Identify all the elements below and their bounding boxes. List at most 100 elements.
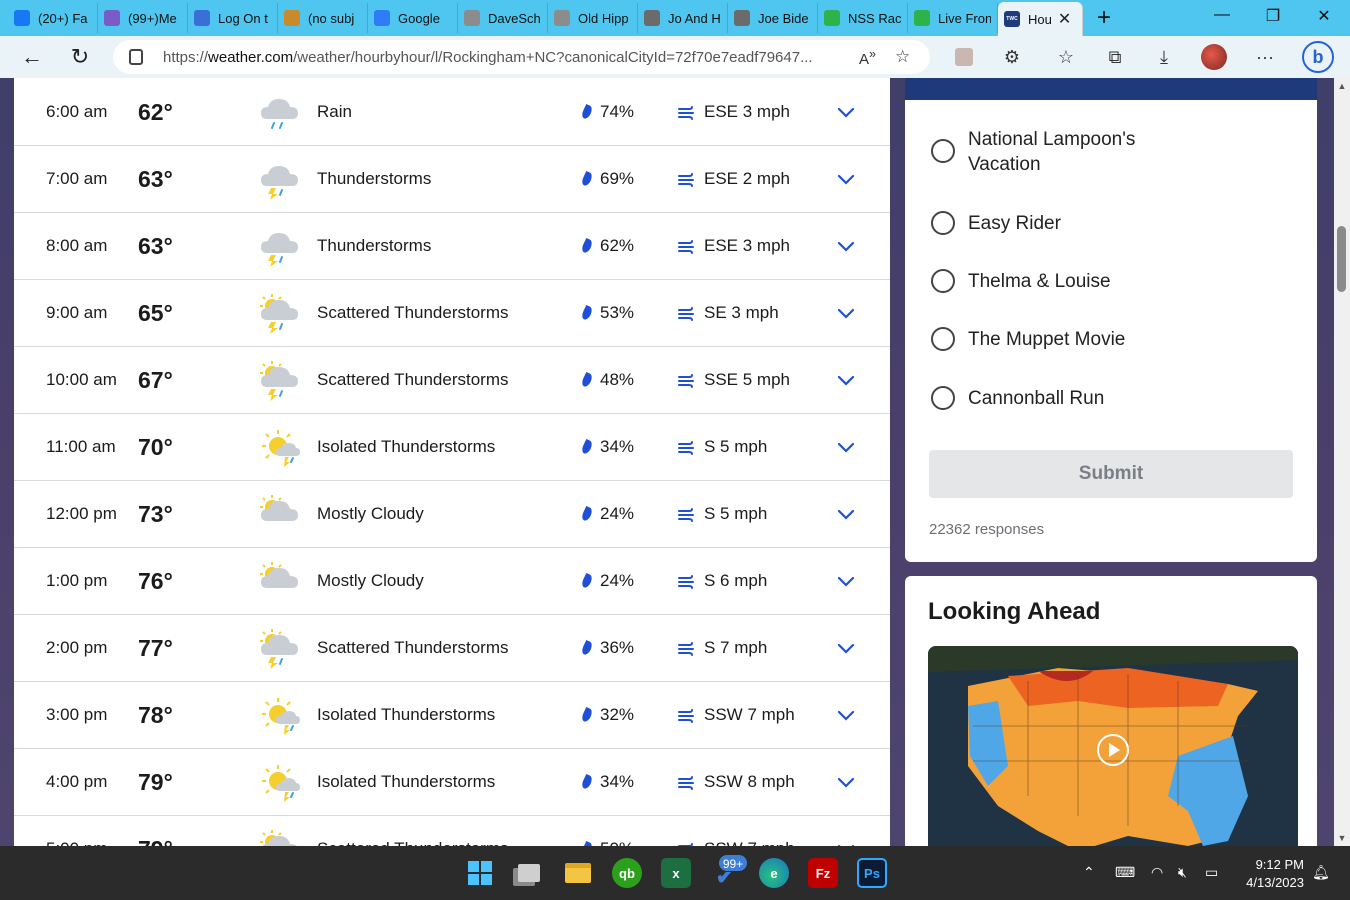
hourly-row[interactable]: 10:00 am 67° Scattered Thunderstorms 48% SSE… [14, 347, 890, 414]
raindrop-icon [580, 773, 594, 791]
system-clock[interactable]: 9:12 PM 4/13/2023 [1236, 856, 1304, 892]
tab-label: DaveSch [488, 10, 541, 26]
poll-option[interactable]: Easy Rider [931, 211, 1188, 236]
refresh-icon[interactable]: ↻ [62, 41, 98, 73]
radio-button[interactable] [931, 139, 955, 163]
excel-icon[interactable]: x [661, 858, 691, 888]
tab-1[interactable]: (99+)Me [98, 3, 188, 33]
hourly-row[interactable]: 12:00 pm 73° Mostly Cloudy 24% S 5 mph [14, 481, 890, 548]
mute-icon[interactable]: 🔇︎ [1178, 864, 1187, 881]
collections-icon[interactable]: ⧉ [1102, 44, 1128, 70]
close-icon[interactable]: ✕ [1058, 9, 1071, 29]
poll-option[interactable]: The Muppet Movie [931, 327, 1188, 352]
chevron-down-icon[interactable] [836, 772, 856, 792]
tab-8[interactable]: Joe Bide [728, 3, 818, 33]
hour-temperature: 65° [138, 299, 173, 326]
tab-9[interactable]: NSS Rac [818, 3, 908, 33]
battery-icon[interactable]: ▭ [1205, 864, 1218, 881]
chevron-down-icon[interactable] [836, 169, 856, 189]
restore-icon[interactable]: ❐ [1258, 6, 1288, 26]
tab-0[interactable]: (20+) Fa [8, 3, 98, 33]
notifications-icon[interactable]: 🔔︎ [1312, 864, 1330, 881]
tab-2[interactable]: Log On t [188, 3, 278, 33]
hour-wind: SSE 5 mph [678, 370, 790, 390]
hourly-forecast-list: 6:00 am 62° Rain 74% ESE 3 mph 7:00 am 63° Thun… [14, 78, 890, 846]
hourly-row[interactable]: 8:00 am 63° Thunderstorms 62% ESE 3 mph [14, 213, 890, 280]
windows-start-icon[interactable] [465, 858, 495, 888]
hourly-row[interactable]: 4:00 pm 79° Isolated Thunderstorms 34% SSW 8… [14, 749, 890, 816]
scroll-down-icon[interactable]: ▼ [1337, 834, 1347, 843]
download-icon[interactable]: ⤓ [1151, 44, 1177, 70]
tab-5[interactable]: DaveSch [458, 3, 548, 33]
more-options-icon[interactable]: ··· [1252, 44, 1278, 70]
avatar[interactable] [1201, 44, 1227, 70]
poll-option-label: Cannonball Run [968, 388, 1105, 409]
chevron-down-icon[interactable] [836, 571, 856, 591]
radio-button[interactable] [931, 327, 955, 351]
file-explorer-icon[interactable] [563, 858, 593, 888]
favorite-add-icon[interactable]: ☆ [895, 47, 910, 67]
page-scrollbar[interactable]: ▲ ▼ [1334, 78, 1350, 846]
read-aloud-icon[interactable]: A» [859, 47, 876, 68]
hourly-row[interactable]: 11:00 am 70° Isolated Thunderstorms 34% S 5 … [14, 414, 890, 481]
hour-time: 2:00 pm [46, 638, 108, 657]
quickbooks-icon[interactable]: qb [612, 858, 642, 888]
rain-weather-icon [258, 91, 302, 133]
wind-value: S 7 mph [704, 638, 768, 657]
chevron-down-icon[interactable] [836, 839, 856, 846]
hour-condition: Mostly Cloudy [317, 571, 424, 590]
scroll-up-icon[interactable]: ▲ [1337, 82, 1347, 91]
chevron-down-icon[interactable] [836, 370, 856, 390]
radio-button[interactable] [931, 211, 955, 235]
back-icon[interactable]: ← [14, 41, 50, 73]
radio-button[interactable] [931, 269, 955, 293]
hourly-row[interactable]: 5:00 pm 79° Scattered Thunderstorms 50% SSW … [14, 816, 890, 846]
tab-active[interactable]: TWC Hou ✕ [998, 2, 1083, 36]
hourly-row[interactable]: 7:00 am 63° Thunderstorms 69% ESE 2 mph [14, 146, 890, 213]
tab-10[interactable]: Live Fron [908, 3, 998, 33]
tab-6[interactable]: Old Hipp [548, 3, 638, 33]
window-close-icon[interactable]: ✕ [1309, 6, 1339, 26]
photoshop-icon[interactable]: Ps [857, 858, 887, 888]
minimize-icon[interactable]: — [1207, 6, 1237, 24]
poll-option[interactable]: National Lampoon's Vacation [931, 127, 1188, 177]
hourly-row[interactable]: 6:00 am 62° Rain 74% ESE 3 mph [14, 79, 890, 146]
wind-icon [678, 105, 695, 120]
hour-time: 12:00 pm [46, 504, 117, 523]
tab-7[interactable]: Jo And H [638, 3, 728, 33]
hourly-row[interactable]: 9:00 am 65° Scattered Thunderstorms 53% SE 3… [14, 280, 890, 347]
edge-icon[interactable]: e [759, 858, 789, 888]
filezilla-icon[interactable]: Fz [808, 858, 838, 888]
chevron-down-icon[interactable] [836, 303, 856, 323]
new-tab-button[interactable]: + [1089, 4, 1119, 32]
wifi-icon[interactable]: ◠ [1151, 864, 1163, 881]
chevron-down-icon[interactable] [836, 705, 856, 725]
tab-4[interactable]: Google [368, 3, 458, 33]
chevron-down-icon[interactable] [836, 236, 856, 256]
hourly-row[interactable]: 2:00 pm 77° Scattered Thunderstorms 36% S 7 … [14, 615, 890, 682]
scrollbar-thumb[interactable] [1337, 226, 1346, 292]
forecast-map-video[interactable] [928, 646, 1298, 846]
submit-button[interactable]: Submit [929, 450, 1293, 498]
task-view-icon[interactable] [514, 858, 544, 888]
hourly-row[interactable]: 1:00 pm 76° Mostly Cloudy 24% S 6 mph [14, 548, 890, 615]
favorites-icon[interactable]: ☆ [1053, 44, 1079, 70]
radio-button[interactable] [931, 386, 955, 410]
keyboard-icon[interactable]: ⌨ [1115, 864, 1135, 881]
raindrop-icon [580, 170, 594, 188]
tab-3[interactable]: (no subj [278, 3, 368, 33]
chevron-down-icon[interactable] [836, 102, 856, 122]
chevron-down-icon[interactable] [836, 504, 856, 524]
chevron-down-icon[interactable] [836, 638, 856, 658]
extensions-icon[interactable]: ⚙ [999, 44, 1025, 70]
chevron-up-icon[interactable]: ⌃ [1083, 864, 1095, 881]
poll-option[interactable]: Cannonball Run [931, 386, 1188, 411]
address-bar[interactable]: https://weather.com/weather/hourbyhour/l… [113, 40, 930, 74]
extension-icon[interactable] [951, 44, 977, 70]
hourly-row[interactable]: 3:00 pm 78° Isolated Thunderstorms 32% SSW 7… [14, 682, 890, 749]
chevron-down-icon[interactable] [836, 437, 856, 457]
hour-precipitation: 62% [580, 236, 634, 256]
bing-icon[interactable]: b [1302, 41, 1334, 73]
live-icon [914, 10, 930, 26]
poll-option[interactable]: Thelma & Louise [931, 269, 1188, 294]
